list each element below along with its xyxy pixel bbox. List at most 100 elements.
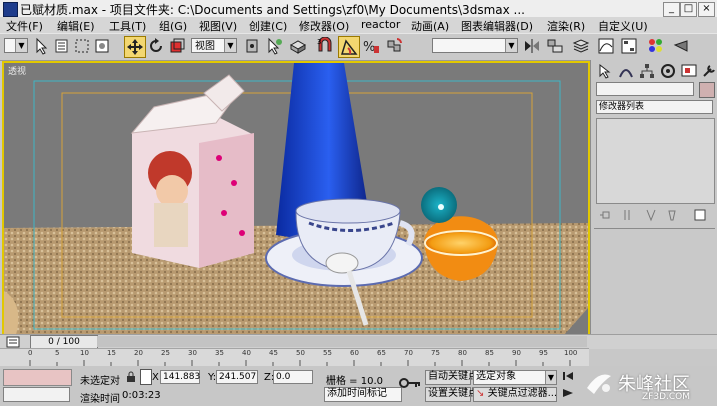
- mini-curve-editor-icon[interactable]: [6, 336, 20, 348]
- main-toolbar: ▼ 视图 ▼ 3 % ▼: [0, 33, 717, 61]
- ruler-label: 20: [134, 349, 143, 357]
- material-editor-icon[interactable]: [647, 37, 665, 55]
- x-coordinate-field[interactable]: 141.883: [160, 370, 200, 384]
- scene-render: [4, 63, 588, 335]
- ruler-label: 65: [377, 349, 386, 357]
- title-bar: 已赋材质.max - 项目文件夹: C:\Documents and Setti…: [0, 0, 717, 18]
- set-key-icon[interactable]: [399, 376, 421, 390]
- menu-create[interactable]: 创建(C): [249, 18, 287, 34]
- menu-customize[interactable]: 自定义(U): [598, 18, 648, 34]
- modify-tab-icon[interactable]: [618, 63, 634, 79]
- key-filters-button[interactable]: ↘ 关键点过滤器...: [473, 387, 557, 402]
- z-coordinate-field[interactable]: 0.0: [273, 370, 313, 384]
- display-tab-icon[interactable]: [681, 63, 697, 79]
- status-bar: 未选定对 X: 141.883 Y: 241.507 Z: 0.0 栅格 = 1…: [0, 366, 717, 406]
- menu-views[interactable]: 视图(V): [199, 18, 237, 34]
- maxscript-mini-listener[interactable]: [3, 387, 70, 402]
- align-icon[interactable]: [546, 37, 564, 55]
- add-time-tag-button[interactable]: 添加时间标记: [324, 387, 402, 402]
- svg-text:3: 3: [317, 38, 321, 46]
- scale-icon[interactable]: [168, 37, 186, 55]
- reference-coordinate-dropdown[interactable]: 视图 ▼: [191, 38, 237, 53]
- selection-filter-dropdown[interactable]: ▼: [4, 38, 28, 53]
- select-object-icon[interactable]: [33, 37, 51, 55]
- minimize-button[interactable]: _: [663, 2, 680, 17]
- zhufeng-logo-icon: [587, 374, 611, 394]
- motion-tab-icon[interactable]: [660, 63, 676, 79]
- menu-group[interactable]: 组(G): [159, 18, 187, 34]
- modifier-list-label: 修改器列表: [599, 102, 645, 112]
- rotate-icon[interactable]: [147, 37, 165, 55]
- ruler-label: 25: [161, 349, 170, 357]
- selected-object-label: 选定对象: [476, 371, 516, 382]
- ruler-label: 35: [215, 349, 224, 357]
- command-panel: 修改器列表: [590, 60, 717, 335]
- utilities-tab-icon[interactable]: [701, 63, 717, 79]
- curve-editor-icon[interactable]: [597, 37, 615, 55]
- ruler-label: 15: [107, 349, 116, 357]
- layer-manager-icon[interactable]: [572, 37, 590, 55]
- ruler-label: 0: [28, 349, 33, 357]
- percent-snap-icon[interactable]: %: [362, 37, 380, 55]
- key-filter-icon: ↘: [476, 388, 485, 399]
- render-scene-icon[interactable]: [672, 37, 690, 55]
- window-crossing-icon[interactable]: [93, 37, 111, 55]
- set-key-button[interactable]: 设置关键点: [425, 387, 478, 402]
- track-bar[interactable]: 0 5 10 15 20 25 30 35 40 45 50 55 60 65 …: [0, 348, 589, 368]
- auto-key-button[interactable]: 自动关键点: [425, 370, 478, 385]
- key-filters-label: 关键点过滤器...: [487, 388, 558, 399]
- menu-animation[interactable]: 动画(A): [411, 18, 449, 34]
- key-mode-toggle-icon[interactable]: [562, 388, 574, 398]
- menu-graph-editors[interactable]: 图表编辑器(D): [461, 18, 533, 34]
- time-slider-thumb[interactable]: 0 / 100: [30, 335, 98, 349]
- render-time-value: 0:03:23: [122, 390, 161, 401]
- menu-reactor[interactable]: reactor: [361, 18, 400, 31]
- perspective-viewport[interactable]: 透视: [2, 61, 590, 337]
- spinner-snap-icon[interactable]: [385, 37, 403, 55]
- viewport-label[interactable]: 透视: [8, 64, 26, 77]
- select-by-name-icon[interactable]: [53, 37, 71, 55]
- modifier-stack[interactable]: [596, 118, 715, 204]
- modifier-list-dropdown[interactable]: 修改器列表: [596, 100, 713, 114]
- 3dsmax-app-icon[interactable]: [3, 2, 18, 17]
- ruler-label: 100: [564, 349, 578, 357]
- ruler-labels: 0 5 10 15 20 25 30 35 40 45 50 55 60 65 …: [0, 349, 589, 360]
- window-title: 已赋材质.max - 项目文件夹: C:\Documents and Setti…: [20, 3, 525, 17]
- render-time-label: 渲染时间: [80, 394, 120, 405]
- absolute-offset-toggle[interactable]: [140, 369, 152, 385]
- keyboard-shortcut-icon[interactable]: [289, 37, 307, 55]
- select-manipulate-icon[interactable]: [265, 37, 283, 55]
- menu-modifiers[interactable]: 修改器(O): [299, 18, 349, 34]
- pivot-center-icon[interactable]: [243, 37, 261, 55]
- named-selection-sets-dropdown[interactable]: ▼: [432, 38, 518, 53]
- menu-edit[interactable]: 编辑(E): [57, 18, 95, 34]
- object-color-swatch[interactable]: [699, 82, 715, 98]
- ruler-label: 50: [296, 349, 305, 357]
- angle-snap-icon: [340, 39, 358, 55]
- menu-tools[interactable]: 工具(T): [109, 18, 146, 34]
- object-name-field[interactable]: [596, 82, 694, 96]
- ruler-label: 70: [404, 349, 413, 357]
- selected-object-dropdown[interactable]: 选定对象 ▼: [473, 370, 557, 385]
- schematic-view-icon[interactable]: [620, 37, 638, 55]
- maximize-button[interactable]: □: [680, 2, 697, 17]
- mirror-icon[interactable]: [523, 37, 541, 55]
- rectangular-selection-icon[interactable]: [73, 37, 91, 55]
- menu-file[interactable]: 文件(F): [6, 18, 43, 34]
- angle-snap-button[interactable]: [338, 36, 360, 58]
- go-to-start-icon[interactable]: [562, 371, 574, 381]
- watermark-url: ZF3D.COM: [642, 392, 690, 402]
- ruler-label: 10: [80, 349, 89, 357]
- close-button[interactable]: ×: [698, 2, 715, 17]
- y-coordinate-field[interactable]: 241.507: [216, 370, 258, 384]
- time-slider-track[interactable]: 0 / 100: [0, 334, 717, 349]
- hierarchy-tab-icon[interactable]: [639, 63, 655, 79]
- create-tab-icon[interactable]: [597, 63, 613, 79]
- maxscript-listener[interactable]: [3, 369, 72, 386]
- move-icon: [127, 39, 143, 55]
- select-and-move-button[interactable]: [124, 36, 146, 58]
- lock-icon[interactable]: [126, 371, 136, 383]
- snaps-toggle-icon[interactable]: 3: [316, 37, 334, 55]
- menu-rendering[interactable]: 渲染(R): [547, 18, 585, 34]
- time-slider-bar[interactable]: [97, 336, 587, 347]
